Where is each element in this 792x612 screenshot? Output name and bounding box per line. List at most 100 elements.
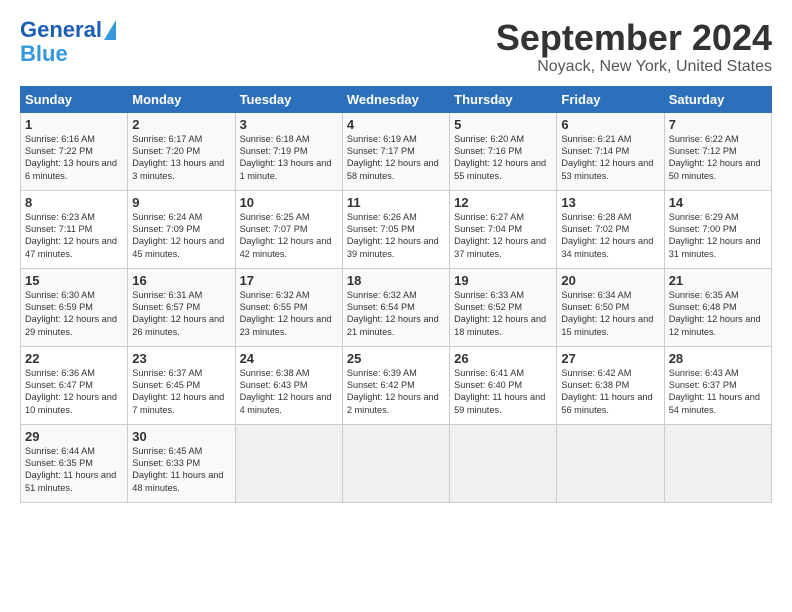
calendar-cell: 2 Sunrise: 6:17 AMSunset: 7:20 PMDaylight… xyxy=(128,112,235,190)
day-number: 18 xyxy=(347,273,445,288)
calendar-cell: 29 Sunrise: 6:44 AMSunset: 6:35 PMDayligh… xyxy=(21,424,128,502)
calendar-cell xyxy=(450,424,557,502)
day-number: 1 xyxy=(25,117,123,132)
day-number: 25 xyxy=(347,351,445,366)
calendar-cell: 10 Sunrise: 6:25 AMSunset: 7:07 PMDayligh… xyxy=(235,190,342,268)
cell-details: Sunrise: 6:16 AMSunset: 7:22 PMDaylight:… xyxy=(25,134,117,181)
calendar-cell: 9 Sunrise: 6:24 AMSunset: 7:09 PMDaylight… xyxy=(128,190,235,268)
calendar-cell xyxy=(664,424,771,502)
calendar-cell xyxy=(235,424,342,502)
day-number: 8 xyxy=(25,195,123,210)
calendar-cell: 12 Sunrise: 6:27 AMSunset: 7:04 PMDayligh… xyxy=(450,190,557,268)
calendar-cell: 15 Sunrise: 6:30 AMSunset: 6:59 PMDayligh… xyxy=(21,268,128,346)
page-title: September 2024 xyxy=(496,18,772,58)
title-area: September 2024 Noyack, New York, United … xyxy=(496,18,772,76)
day-number: 15 xyxy=(25,273,123,288)
calendar-week-3: 15 Sunrise: 6:30 AMSunset: 6:59 PMDayligh… xyxy=(21,268,772,346)
day-number: 14 xyxy=(669,195,767,210)
day-number: 24 xyxy=(240,351,338,366)
cell-details: Sunrise: 6:45 AMSunset: 6:33 PMDaylight:… xyxy=(132,446,223,493)
calendar-week-4: 22 Sunrise: 6:36 AMSunset: 6:47 PMDayligh… xyxy=(21,346,772,424)
day-number: 4 xyxy=(347,117,445,132)
cell-details: Sunrise: 6:44 AMSunset: 6:35 PMDaylight:… xyxy=(25,446,116,493)
day-number: 21 xyxy=(669,273,767,288)
cell-details: Sunrise: 6:18 AMSunset: 7:19 PMDaylight:… xyxy=(240,134,332,181)
cell-details: Sunrise: 6:24 AMSunset: 7:09 PMDaylight:… xyxy=(132,212,224,259)
header: General Blue September 2024 Noyack, New … xyxy=(20,18,772,76)
cell-details: Sunrise: 6:41 AMSunset: 6:40 PMDaylight:… xyxy=(454,368,545,415)
header-thursday: Thursday xyxy=(450,86,557,112)
cell-details: Sunrise: 6:17 AMSunset: 7:20 PMDaylight:… xyxy=(132,134,224,181)
header-tuesday: Tuesday xyxy=(235,86,342,112)
logo-text2: Blue xyxy=(20,42,68,66)
day-number: 7 xyxy=(669,117,767,132)
day-number: 5 xyxy=(454,117,552,132)
calendar-cell: 1 Sunrise: 6:16 AMSunset: 7:22 PMDaylight… xyxy=(21,112,128,190)
cell-details: Sunrise: 6:31 AMSunset: 6:57 PMDaylight:… xyxy=(132,290,224,337)
calendar-cell: 22 Sunrise: 6:36 AMSunset: 6:47 PMDayligh… xyxy=(21,346,128,424)
calendar-cell: 6Sunrise: 6:21 AMSunset: 7:14 PMDaylight… xyxy=(557,112,664,190)
cell-details: Sunrise: 6:25 AMSunset: 7:07 PMDaylight:… xyxy=(240,212,332,259)
cell-details: Sunrise: 6:42 AMSunset: 6:38 PMDaylight:… xyxy=(561,368,652,415)
day-number: 20 xyxy=(561,273,659,288)
cell-details: Sunrise: 6:37 AMSunset: 6:45 PMDaylight:… xyxy=(132,368,224,415)
cell-details: Sunrise: 6:38 AMSunset: 6:43 PMDaylight:… xyxy=(240,368,332,415)
calendar-body: 1 Sunrise: 6:16 AMSunset: 7:22 PMDaylight… xyxy=(21,112,772,502)
calendar-header: Sunday Monday Tuesday Wednesday Thursday… xyxy=(21,86,772,112)
calendar-cell: 14 Sunrise: 6:29 AMSunset: 7:00 PMDayligh… xyxy=(664,190,771,268)
calendar-cell: 7 Sunrise: 6:22 AMSunset: 7:12 PMDaylight… xyxy=(664,112,771,190)
page: General Blue September 2024 Noyack, New … xyxy=(0,0,792,513)
cell-details: Sunrise: 6:21 AMSunset: 7:14 PMDaylight:… xyxy=(561,134,653,181)
calendar-cell: 20 Sunrise: 6:34 AMSunset: 6:50 PMDayligh… xyxy=(557,268,664,346)
day-number: 22 xyxy=(25,351,123,366)
cell-details: Sunrise: 6:35 AMSunset: 6:48 PMDaylight:… xyxy=(669,290,761,337)
day-number: 19 xyxy=(454,273,552,288)
logo-triangle-icon xyxy=(104,20,116,40)
calendar-cell: 25Sunrise: 6:39 AMSunset: 6:42 PMDayligh… xyxy=(342,346,449,424)
calendar-cell: 30Sunrise: 6:45 AMSunset: 6:33 PMDayligh… xyxy=(128,424,235,502)
cell-details: Sunrise: 6:23 AMSunset: 7:11 PMDaylight:… xyxy=(25,212,117,259)
calendar-cell: 21 Sunrise: 6:35 AMSunset: 6:48 PMDayligh… xyxy=(664,268,771,346)
day-number: 2 xyxy=(132,117,230,132)
cell-details: Sunrise: 6:19 AMSunset: 7:17 PMDaylight:… xyxy=(347,134,439,181)
header-sunday: Sunday xyxy=(21,86,128,112)
calendar-cell: 26 Sunrise: 6:41 AMSunset: 6:40 PMDayligh… xyxy=(450,346,557,424)
calendar-cell: 16 Sunrise: 6:31 AMSunset: 6:57 PMDayligh… xyxy=(128,268,235,346)
calendar-week-5: 29 Sunrise: 6:44 AMSunset: 6:35 PMDayligh… xyxy=(21,424,772,502)
calendar-cell: 11Sunrise: 6:26 AMSunset: 7:05 PMDayligh… xyxy=(342,190,449,268)
calendar-cell: 23Sunrise: 6:37 AMSunset: 6:45 PMDayligh… xyxy=(128,346,235,424)
day-number: 16 xyxy=(132,273,230,288)
day-number: 29 xyxy=(25,429,123,444)
cell-details: Sunrise: 6:43 AMSunset: 6:37 PMDaylight:… xyxy=(669,368,760,415)
cell-details: Sunrise: 6:27 AMSunset: 7:04 PMDaylight:… xyxy=(454,212,546,259)
cell-details: Sunrise: 6:34 AMSunset: 6:50 PMDaylight:… xyxy=(561,290,653,337)
day-number: 10 xyxy=(240,195,338,210)
calendar-table: Sunday Monday Tuesday Wednesday Thursday… xyxy=(20,86,772,503)
cell-details: Sunrise: 6:30 AMSunset: 6:59 PMDaylight:… xyxy=(25,290,117,337)
header-row: Sunday Monday Tuesday Wednesday Thursday… xyxy=(21,86,772,112)
day-number: 9 xyxy=(132,195,230,210)
day-number: 12 xyxy=(454,195,552,210)
cell-details: Sunrise: 6:22 AMSunset: 7:12 PMDaylight:… xyxy=(669,134,761,181)
calendar-cell: 3Sunrise: 6:18 AMSunset: 7:19 PMDaylight… xyxy=(235,112,342,190)
cell-details: Sunrise: 6:29 AMSunset: 7:00 PMDaylight:… xyxy=(669,212,761,259)
page-subtitle: Noyack, New York, United States xyxy=(496,58,772,76)
cell-details: Sunrise: 6:36 AMSunset: 6:47 PMDaylight:… xyxy=(25,368,117,415)
calendar-cell: 8 Sunrise: 6:23 AMSunset: 7:11 PMDaylight… xyxy=(21,190,128,268)
day-number: 26 xyxy=(454,351,552,366)
calendar-cell: 24 Sunrise: 6:38 AMSunset: 6:43 PMDayligh… xyxy=(235,346,342,424)
calendar-cell: 13Sunrise: 6:28 AMSunset: 7:02 PMDayligh… xyxy=(557,190,664,268)
calendar-cell xyxy=(342,424,449,502)
day-number: 11 xyxy=(347,195,445,210)
cell-details: Sunrise: 6:32 AMSunset: 6:55 PMDaylight:… xyxy=(240,290,332,337)
day-number: 13 xyxy=(561,195,659,210)
header-wednesday: Wednesday xyxy=(342,86,449,112)
header-saturday: Saturday xyxy=(664,86,771,112)
header-monday: Monday xyxy=(128,86,235,112)
calendar-week-1: 1 Sunrise: 6:16 AMSunset: 7:22 PMDaylight… xyxy=(21,112,772,190)
header-friday: Friday xyxy=(557,86,664,112)
calendar-cell: 27Sunrise: 6:42 AMSunset: 6:38 PMDayligh… xyxy=(557,346,664,424)
calendar-cell: 17Sunrise: 6:32 AMSunset: 6:55 PMDayligh… xyxy=(235,268,342,346)
calendar-cell: 18Sunrise: 6:32 AMSunset: 6:54 PMDayligh… xyxy=(342,268,449,346)
calendar-cell: 28Sunrise: 6:43 AMSunset: 6:37 PMDayligh… xyxy=(664,346,771,424)
